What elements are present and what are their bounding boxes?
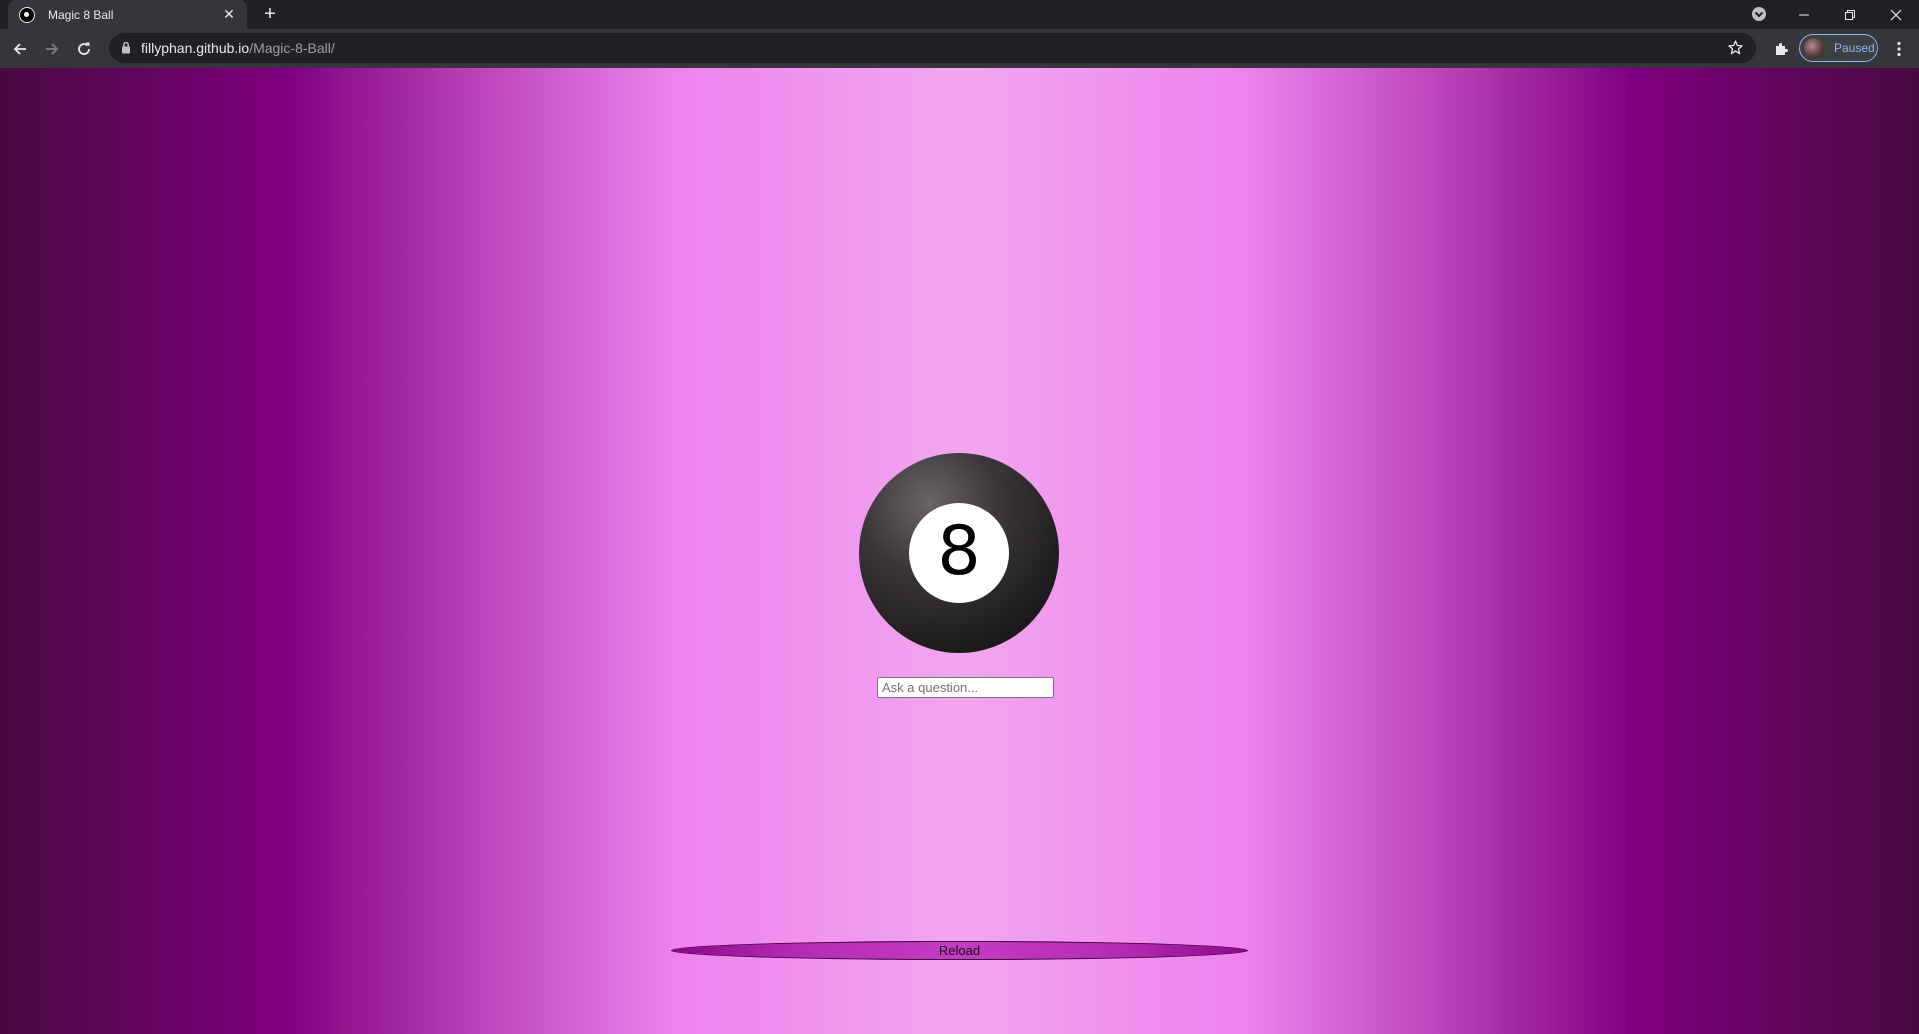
page-viewport: 8 Reload bbox=[0, 68, 1919, 1034]
minimize-icon[interactable] bbox=[1781, 0, 1827, 29]
restore-icon[interactable] bbox=[1827, 0, 1873, 29]
url-text: fillyphan.github.io/Magic-8-Ball/ bbox=[141, 40, 335, 56]
tab-strip: Magic 8 Ball ✕ + bbox=[0, 0, 1919, 29]
question-input[interactable] bbox=[877, 677, 1054, 698]
reload-icon[interactable] bbox=[72, 37, 96, 61]
url-host: fillyphan.github.io bbox=[141, 40, 250, 56]
url-path: /Magic-8-Ball/ bbox=[249, 40, 335, 56]
tab-title: Magic 8 Ball bbox=[48, 7, 114, 22]
reload-button[interactable]: Reload bbox=[671, 941, 1248, 960]
eightball-window: 8 bbox=[909, 503, 1009, 603]
avatar bbox=[1804, 38, 1824, 58]
magic-eight-ball[interactable]: 8 bbox=[859, 453, 1059, 653]
eightball-favicon-icon bbox=[19, 6, 35, 23]
menu-icon[interactable] bbox=[1887, 37, 1911, 61]
lock-icon[interactable] bbox=[121, 41, 131, 59]
browser-toolbar: fillyphan.github.io/Magic-8-Ball/ Paused bbox=[0, 29, 1919, 68]
tab-search-icon[interactable] bbox=[1750, 5, 1768, 23]
forward-icon[interactable] bbox=[40, 37, 64, 61]
tab-magic-8-ball[interactable]: Magic 8 Ball ✕ bbox=[8, 0, 247, 29]
tab-close-icon[interactable]: ✕ bbox=[221, 6, 237, 23]
close-window-icon[interactable] bbox=[1873, 0, 1919, 29]
profile-status: Paused bbox=[1834, 41, 1875, 55]
back-icon[interactable] bbox=[8, 37, 32, 61]
new-tab-button[interactable]: + bbox=[259, 3, 281, 25]
profile-button[interactable]: Paused bbox=[1799, 34, 1878, 62]
extensions-icon[interactable] bbox=[1769, 37, 1793, 61]
star-icon[interactable] bbox=[1727, 39, 1744, 61]
address-bar[interactable]: fillyphan.github.io/Magic-8-Ball/ bbox=[109, 33, 1756, 63]
eightball-number: 8 bbox=[937, 512, 981, 591]
